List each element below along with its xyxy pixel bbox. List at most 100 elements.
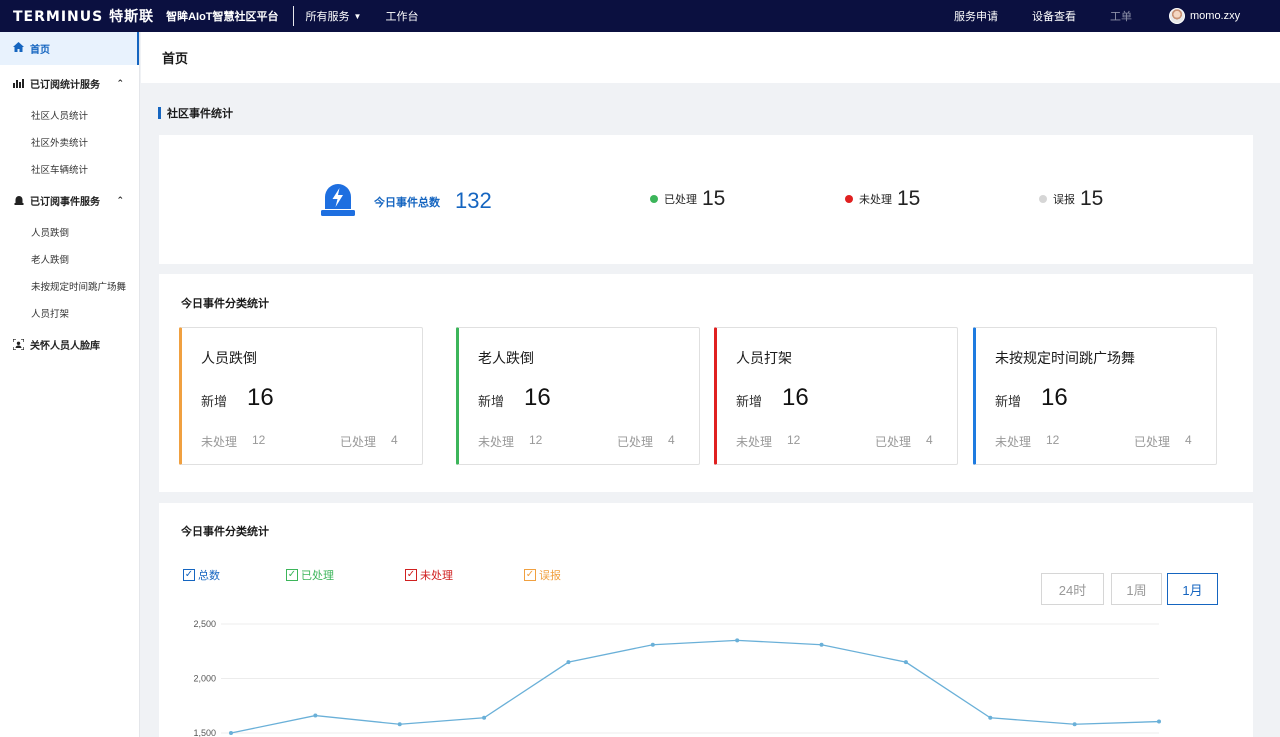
category-card-elderly-fall[interactable]: 老人跌倒 新增 16 未处理 12 已处理 4 [456, 327, 700, 465]
data-point[interactable] [229, 731, 233, 735]
brand-logo[interactable]: TERMINUS 特斯联 [13, 6, 154, 26]
range-month-button[interactable]: 1月 [1167, 573, 1218, 605]
event-summary-card: 今日事件总数 132 已处理 15 未处理 15 误报 15 [159, 135, 1253, 264]
work-order-link[interactable]: 工单 [1110, 8, 1132, 24]
bar-chart-icon [13, 78, 24, 88]
workbench-link[interactable]: 工作台 [385, 8, 418, 24]
sidebar-item-elderly-fall[interactable]: 老人跌倒 [0, 245, 139, 272]
new-value: 16 [524, 384, 551, 411]
y-tick-label: 1,500 [193, 728, 216, 737]
category-card-fight[interactable]: 人员打架 新增 16 未处理 12 已处理 4 [714, 327, 958, 465]
sidebar-item-resident-stats[interactable]: 社区人员统计 [0, 101, 139, 128]
checkbox-checked-icon: ✓ [183, 569, 195, 581]
category-card-person-fall[interactable]: 人员跌倒 新增 16 未处理 12 已处理 4 [179, 327, 423, 465]
data-point[interactable] [735, 638, 740, 643]
new-value: 16 [247, 384, 274, 411]
legend-total[interactable]: ✓ 总数 [183, 567, 220, 583]
home-icon [13, 42, 24, 55]
sidebar-item-label: 关怀人员人脸库 [30, 340, 100, 352]
sidebar: 首页 已订阅统计服务 ⌃ 社区人员统计 社区外卖统计 社区车辆统计 已订阅事件服… [0, 32, 140, 737]
data-point[interactable] [903, 660, 908, 665]
data-point[interactable] [566, 660, 571, 665]
top-bar: TERMINUS 特斯联 智眸AIoT智慧社区平台 所有服务 ▼ 工作台 服务申… [0, 0, 1280, 32]
trend-chart-panel: 今日事件分类统计 ✓ 总数 ✓ 已处理 ✓ 未处理 ✓ 误报 24时 1周 1月… [159, 503, 1253, 737]
series-line [230, 639, 1160, 734]
unprocessed-value: 15 [897, 187, 921, 210]
unprocessed-label: 未处理 [995, 435, 1032, 449]
red-dot-icon [845, 195, 853, 203]
unprocessed-label: 未处理 [201, 435, 238, 449]
new-label: 新增 [478, 394, 505, 409]
legend-false-alarm[interactable]: ✓ 误报 [524, 567, 561, 583]
avatar [1169, 8, 1185, 24]
sidebar-item-vehicle-stats[interactable]: 社区车辆统计 [0, 155, 139, 182]
data-point[interactable] [397, 722, 402, 727]
sidebar-group-label: 已订阅统计服务 [30, 79, 100, 91]
sidebar-item-fight[interactable]: 人员打架 [0, 299, 139, 326]
category-card-square-dance[interactable]: 未按规定时间跳广场舞 新增 16 未处理 12 已处理 4 [973, 327, 1217, 465]
alarm-icon [13, 195, 24, 205]
device-view-link[interactable]: 设备查看 [1032, 8, 1076, 24]
data-point[interactable] [819, 642, 824, 647]
legend-label: 总数 [198, 570, 220, 582]
checkbox-checked-icon: ✓ [524, 569, 536, 581]
gray-dot-icon [1039, 195, 1047, 203]
category-name: 人员打架 [736, 350, 792, 366]
legend-label: 未处理 [420, 570, 453, 582]
legend-unprocessed[interactable]: ✓ 未处理 [405, 567, 453, 583]
username: momo.zxy [1190, 10, 1241, 22]
legend-label: 已处理 [301, 570, 334, 582]
processed-label: 已处理 [340, 435, 377, 449]
data-point[interactable] [650, 642, 655, 647]
data-point[interactable] [1072, 722, 1077, 727]
sidebar-item-home[interactable]: 首页 [0, 32, 139, 65]
chevron-up-icon: ⌃ [116, 194, 124, 205]
data-point[interactable] [1157, 719, 1161, 724]
sidebar-item-label: 首页 [30, 45, 50, 56]
unprocessed-value: 12 [1046, 433, 1060, 447]
trend-line-chart: 2,500 2,000 1,500 [193, 619, 1161, 737]
unprocessed-value: 12 [529, 433, 543, 447]
sidebar-item-face-library[interactable]: 关怀人员人脸库 [0, 326, 139, 362]
new-value: 16 [1041, 384, 1068, 411]
sidebar-group-events[interactable]: 已订阅事件服务 ⌃ [0, 182, 139, 218]
y-tick-label: 2,500 [193, 619, 216, 629]
processed-label: 已处理 [1134, 435, 1171, 449]
processed-label: 已处理 [617, 435, 654, 449]
legend-label: 误报 [539, 570, 561, 582]
section-title-text: 社区事件统计 [167, 108, 233, 120]
range-24h-button[interactable]: 24时 [1041, 573, 1104, 605]
sidebar-item-person-fall[interactable]: 人员跌倒 [0, 218, 139, 245]
data-point[interactable] [988, 715, 993, 720]
trend-panel-title: 今日事件分类统计 [181, 526, 269, 538]
data-point[interactable] [313, 713, 318, 718]
sidebar-item-square-dance[interactable]: 未按规定时间跳广场舞 [0, 272, 139, 299]
category-name: 未按规定时间跳广场舞 [995, 350, 1135, 366]
processed-value: 4 [668, 433, 675, 447]
service-apply-link[interactable]: 服务申请 [954, 8, 998, 24]
category-name: 老人跌倒 [478, 350, 534, 366]
legend-processed[interactable]: ✓ 已处理 [286, 567, 334, 583]
processed-label: 已处理 [875, 435, 912, 449]
checkbox-checked-icon: ✓ [405, 569, 417, 581]
unprocessed-value: 12 [787, 433, 801, 447]
face-scan-icon [13, 338, 24, 350]
processed-value: 15 [702, 187, 726, 210]
data-point[interactable] [482, 715, 487, 720]
processed-value: 4 [391, 433, 398, 447]
user-menu[interactable]: momo.zxy [1169, 8, 1240, 24]
alarm-light-icon [321, 181, 355, 222]
section-title-marker [158, 107, 161, 119]
new-value: 16 [782, 384, 809, 411]
sidebar-item-delivery-stats[interactable]: 社区外卖统计 [0, 128, 139, 155]
page-title: 首页 [141, 32, 1280, 83]
all-services-menu[interactable]: 所有服务 ▼ [306, 8, 362, 24]
top-divider [292, 6, 294, 26]
category-panel-title: 今日事件分类统计 [181, 298, 269, 310]
all-services-label: 所有服务 [305, 11, 350, 23]
sidebar-group-statistics[interactable]: 已订阅统计服务 ⌃ [0, 65, 139, 101]
new-label: 新增 [995, 394, 1022, 409]
false-alarm-label: 误报 [1053, 194, 1075, 206]
range-week-button[interactable]: 1周 [1111, 573, 1162, 605]
processed-value: 4 [926, 433, 933, 447]
